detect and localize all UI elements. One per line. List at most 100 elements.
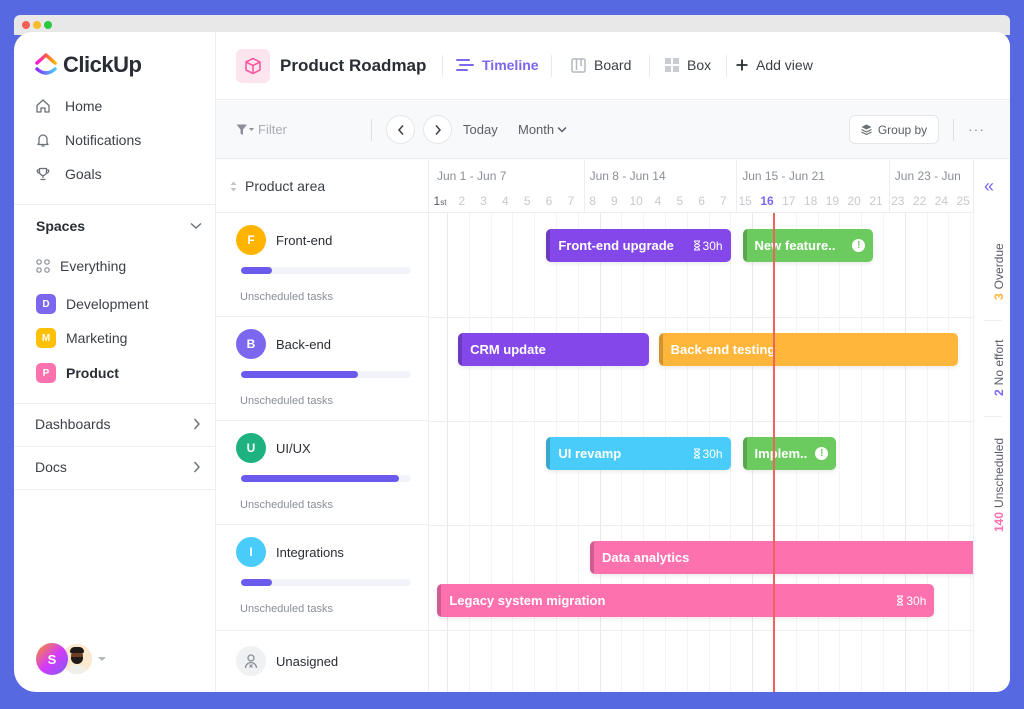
day-label: 6	[545, 194, 553, 208]
row-separator	[429, 525, 973, 526]
close-window-button[interactable]	[22, 21, 30, 29]
space-everything[interactable]: Everything	[36, 258, 126, 274]
unscheduled-tasks-link[interactable]: Unscheduled tasks	[240, 499, 333, 511]
user-menu[interactable]: S	[36, 643, 106, 675]
add-view-button[interactable]: Add view	[736, 57, 813, 73]
chevron-right-icon	[193, 418, 200, 430]
divider	[371, 119, 372, 141]
divider	[14, 403, 216, 404]
day-label: 6	[698, 194, 705, 208]
task-bar[interactable]: Data analytics	[589, 541, 973, 574]
cube-icon	[245, 57, 261, 75]
hours-value: 30h	[702, 238, 723, 253]
filter-input[interactable]: Filter	[236, 122, 287, 137]
day-label: 24	[934, 194, 949, 208]
row-separator	[429, 317, 973, 318]
sidebar-item-goals[interactable]: Goals	[35, 166, 102, 182]
task-bar[interactable]: Back-end testing	[658, 333, 959, 366]
day-label: 22	[912, 194, 927, 208]
group-row[interactable]: U UI/UX Unscheduled tasks	[216, 421, 428, 525]
progress-fill	[241, 267, 272, 274]
group-avatar: B	[236, 329, 266, 359]
minimize-window-button[interactable]	[33, 21, 41, 29]
sidebar-item-home[interactable]: Home	[35, 98, 102, 114]
group-row[interactable]: B Back-end Unscheduled tasks	[216, 317, 428, 421]
grid-line	[490, 213, 492, 692]
caret-down-icon	[98, 657, 106, 661]
today-button[interactable]: Today	[463, 122, 498, 137]
range-select[interactable]: Month	[518, 122, 567, 137]
tab-label: Timeline	[482, 57, 539, 73]
more-options-button[interactable]: ···	[968, 121, 985, 137]
logo-text: ClickUp	[63, 52, 142, 77]
day-label: 4	[654, 194, 662, 208]
sidebar-item-dashboards[interactable]: Dashboards	[35, 416, 201, 432]
task-bar[interactable]: Implem..!	[742, 437, 837, 470]
task-name: New feature..	[754, 238, 836, 253]
hours-value: 30h	[906, 593, 927, 608]
space-product[interactable]: P Product	[36, 363, 119, 383]
row-separator	[429, 630, 973, 631]
space-development[interactable]: D Development	[36, 294, 149, 314]
group-name: UI/UX	[276, 441, 311, 456]
next-button[interactable]	[423, 115, 452, 144]
tab-timeline[interactable]: Timeline	[456, 57, 539, 73]
sidebar-item-notifications[interactable]: Notifications	[35, 132, 141, 148]
day-label: 1st	[429, 194, 451, 208]
day-label: 10	[629, 194, 643, 208]
space-badge: P	[36, 363, 56, 383]
sidebar-item-docs[interactable]: Docs	[35, 459, 201, 475]
task-bar[interactable]: UI revamp 30h	[546, 437, 731, 470]
timeline-header: Jun 1 - Jun 7 Jun 8 - Jun 14 Jun 15 - Jun …	[429, 160, 973, 213]
tab-board[interactable]: Board	[571, 57, 631, 73]
group-unassigned[interactable]: Unasigned	[216, 630, 428, 692]
hours-value: 30h	[702, 446, 723, 461]
summary-rail: « 3 Overdue 2 No effort 140 Unscheduled	[973, 160, 1010, 692]
chevron-right-icon	[434, 124, 441, 135]
time-estimate: 30h	[693, 239, 723, 253]
unscheduled-tasks-link[interactable]: Unscheduled tasks	[240, 395, 333, 407]
sidebar-item-label: Docs	[35, 459, 67, 475]
collapse-rail-icon[interactable]: «	[984, 176, 994, 197]
spaces-section-toggle[interactable]: Spaces	[36, 218, 202, 234]
unscheduled-tasks-link[interactable]: Unscheduled tasks	[240, 603, 333, 615]
group-by-button[interactable]: Group by	[849, 115, 939, 144]
day-label: 5	[676, 194, 684, 208]
logo[interactable]: ClickUp	[35, 52, 142, 78]
space-marketing[interactable]: M Marketing	[36, 328, 127, 348]
group-progress-bar	[241, 267, 411, 274]
divider	[551, 55, 552, 77]
group-list: Product area F Front-end Unscheduled tas…	[216, 160, 429, 692]
progress-fill	[241, 579, 272, 586]
overdue-count: 3	[992, 293, 1006, 300]
divider	[984, 320, 1002, 321]
week-label: Jun 23 - Jun	[894, 169, 961, 183]
space-label: Development	[66, 296, 149, 312]
day-label: 5	[523, 194, 531, 208]
row-separator	[429, 421, 973, 422]
maximize-window-button[interactable]	[44, 21, 52, 29]
rail-label: Unscheduled	[992, 437, 1006, 508]
day-label: 17	[782, 194, 796, 208]
day-label: 3	[480, 194, 487, 208]
day-label: 7	[720, 194, 727, 208]
grid-line	[970, 213, 972, 692]
group-row[interactable]: F Front-end Unscheduled tasks	[216, 213, 428, 317]
task-name: Front-end upgrade	[558, 238, 674, 253]
group-row[interactable]: I Integrations Unscheduled tasks	[216, 525, 428, 631]
rail-no-effort[interactable]: 2 No effort	[992, 340, 1006, 397]
previous-button[interactable]	[386, 115, 415, 144]
grid-line	[468, 213, 470, 692]
avatar: S	[36, 643, 68, 675]
tab-box[interactable]: Box	[665, 57, 711, 73]
sort-product-area[interactable]: Product area	[216, 160, 428, 213]
task-bar[interactable]: Legacy system migration 30h	[437, 584, 935, 617]
task-bar[interactable]: CRM update	[458, 333, 649, 366]
rail-unscheduled[interactable]: 140 Unscheduled	[992, 438, 1006, 532]
grid-line	[904, 213, 906, 692]
task-bar[interactable]: New feature..!	[742, 229, 874, 262]
rail-overdue[interactable]: 3 Overdue	[992, 243, 1006, 300]
unscheduled-tasks-link[interactable]: Unscheduled tasks	[240, 291, 333, 303]
task-bar[interactable]: Front-end upgrade 30h	[546, 229, 731, 262]
grid-line	[948, 213, 950, 692]
